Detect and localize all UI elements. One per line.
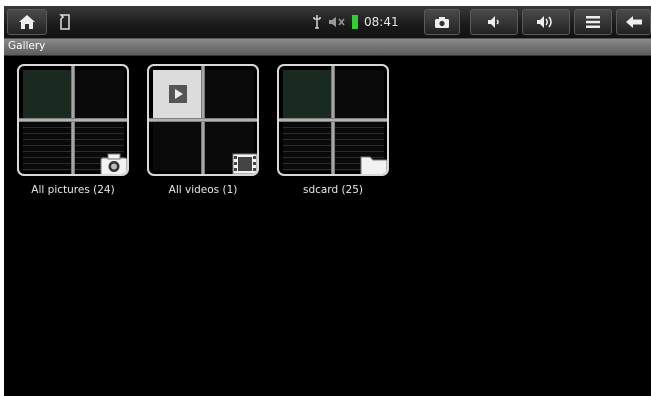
clock: 08:41	[364, 15, 399, 29]
sdcard-icon	[59, 14, 70, 30]
thumbnail-image	[153, 70, 202, 119]
album-thumbnail[interactable]	[17, 64, 129, 176]
album-all-pictures[interactable]: All pictures (24)	[17, 64, 129, 196]
album-thumbnail[interactable]	[147, 64, 259, 176]
screenshot-button[interactable]	[424, 9, 460, 35]
back-icon	[625, 16, 642, 28]
play-icon	[169, 85, 187, 103]
menu-button[interactable]	[574, 9, 612, 35]
back-button[interactable]	[616, 9, 651, 35]
thumbnail-image	[205, 70, 254, 119]
thumbnail-image	[335, 70, 384, 119]
thumbnail-image	[153, 122, 202, 171]
folder-icon	[360, 156, 387, 174]
page-title: Gallery	[8, 40, 46, 52]
album-all-videos[interactable]: All videos (1)	[147, 64, 259, 196]
tablet-screen: 08:41 Gallery All pictures (24) All vide…	[4, 6, 651, 396]
battery-icon	[352, 15, 358, 29]
album-label: sdcard (25)	[302, 184, 364, 196]
mute-icon	[329, 17, 345, 27]
volume-up-icon	[537, 16, 552, 28]
album-label: All pictures (24)	[31, 184, 115, 196]
home-button[interactable]	[7, 9, 47, 35]
thumbnail-image	[283, 70, 332, 119]
menu-icon	[586, 16, 600, 28]
usb-icon	[313, 15, 321, 29]
title-bar: Gallery	[4, 39, 651, 56]
home-icon	[19, 15, 35, 29]
thumbnail-image	[75, 70, 124, 119]
album-sdcard[interactable]: sdcard (25)	[277, 64, 389, 196]
volume-up-button[interactable]	[522, 9, 570, 35]
film-icon	[232, 153, 257, 174]
thumbnail-image	[23, 70, 72, 119]
volume-down-icon	[488, 16, 499, 28]
album-label: All videos (1)	[168, 184, 238, 196]
status-icons: 08:41	[312, 12, 399, 32]
album-thumbnail[interactable]	[277, 64, 389, 176]
camera-icon	[100, 153, 127, 174]
thumbnail-image	[23, 122, 72, 171]
camera-icon	[435, 16, 449, 28]
system-bar: 08:41	[4, 6, 651, 39]
volume-down-button[interactable]	[470, 9, 518, 35]
thumbnail-image	[283, 122, 332, 171]
